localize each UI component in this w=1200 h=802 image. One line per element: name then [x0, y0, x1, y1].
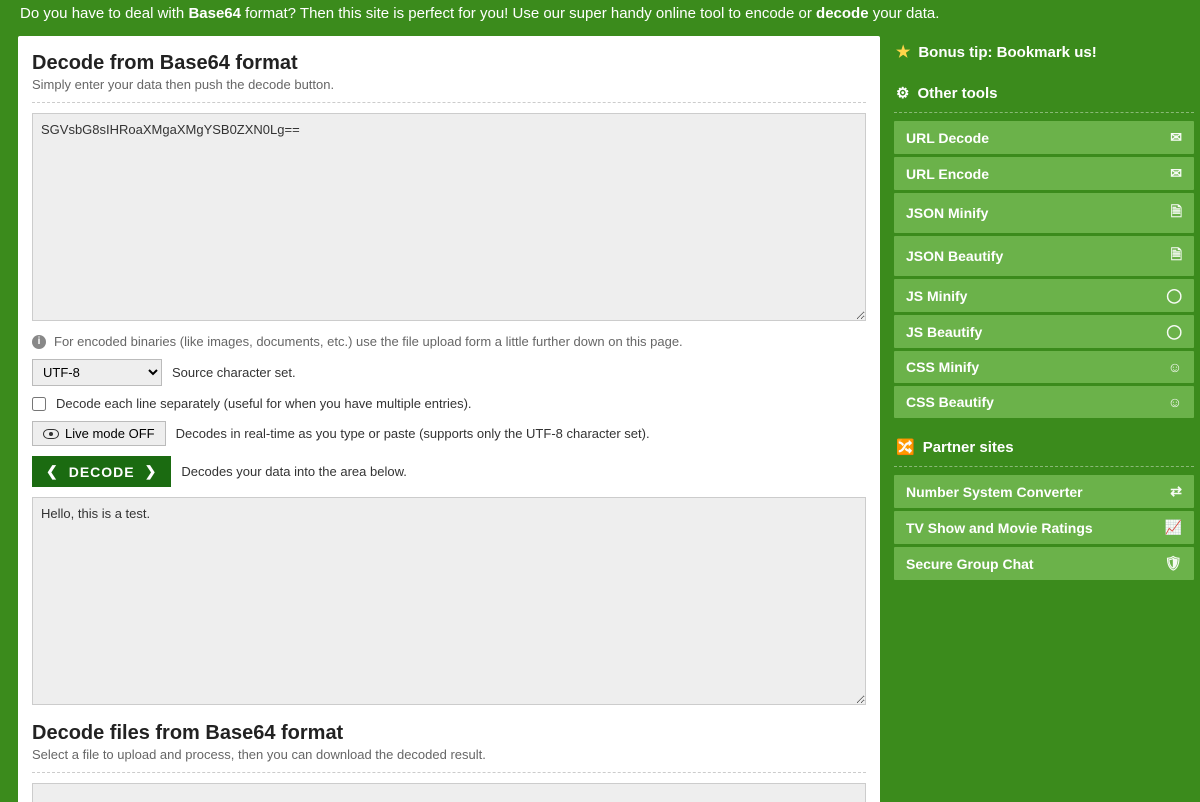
sidebar-partner-2[interactable]: Secure Group Chat 🛡 [894, 547, 1194, 580]
sidebar-tool-icon: ✉ [1170, 129, 1182, 146]
sidebar-tool-icon: 🗎 [1171, 244, 1182, 268]
star-icon: ★ [896, 42, 910, 62]
files-heading: Decode files from Base64 format [32, 722, 866, 745]
partner-sites-label: Partner sites [923, 439, 1014, 456]
banner-decode: decode [816, 5, 869, 22]
sidebar-tool-label: JSON Minify [906, 205, 988, 221]
banner-b64: Base64 [188, 5, 241, 22]
sidebar-tool-icon: ◯ [1166, 287, 1182, 304]
sidebar-partner-icon: 🛡 [1164, 555, 1182, 572]
input-textarea[interactable] [32, 113, 866, 321]
other-tools-label: Other tools [917, 85, 997, 102]
main-panel: Decode from Base64 format Simply enter y… [18, 36, 880, 802]
sidebar-tool-icon: ☺ [1168, 394, 1182, 410]
sidebar-tool-2[interactable]: JSON Minify 🗎 [894, 193, 1194, 233]
sidebar-tool-5[interactable]: JS Beautify ◯ [894, 315, 1194, 348]
sidebar-tool-label: JS Minify [906, 288, 967, 304]
sidebar-tool-icon: ☺ [1168, 359, 1182, 375]
sidebar-tool-7[interactable]: CSS Beautify ☺ [894, 386, 1194, 418]
sidebar-tool-label: JS Beautify [906, 324, 982, 340]
sidebar-tool-label: CSS Minify [906, 359, 979, 375]
banner-text-3: your data. [869, 5, 940, 22]
sidebar-tool-label: JSON Beautify [906, 248, 1003, 264]
divider [32, 772, 866, 773]
chevron-right-icon: ❯ [145, 463, 158, 480]
binary-hint: For encoded binaries (like images, docum… [54, 334, 683, 349]
top-banner: Do you have to deal with Base64 format? … [0, 0, 1200, 36]
decode-lines-label: Decode each line separately (useful for … [56, 396, 472, 411]
live-mode-button[interactable]: Live mode OFF [32, 421, 166, 446]
live-mode-desc: Decodes in real-time as you type or past… [176, 426, 650, 441]
sidebar-partner-label: TV Show and Movie Ratings [906, 520, 1093, 536]
sidebar-tool-1[interactable]: URL Encode ✉ [894, 157, 1194, 190]
bonus-tip[interactable]: ★ Bonus tip: Bookmark us! [894, 36, 1194, 74]
decode-button[interactable]: ❮ DECODE ❯ [32, 456, 171, 487]
sidebar-tool-label: URL Decode [906, 130, 989, 146]
sidebar-tool-icon: ◯ [1166, 323, 1182, 340]
live-mode-label: Live mode OFF [65, 426, 155, 441]
decode-subtext: Simply enter your data then push the dec… [32, 77, 866, 92]
banner-text-1: Do you have to deal with [20, 5, 188, 22]
divider [32, 102, 866, 103]
sidebar-tool-icon: ✉ [1170, 165, 1182, 182]
chevron-left-icon: ❮ [46, 463, 59, 480]
sidebar-partner-icon: ⇄ [1170, 483, 1182, 500]
sidebar-partner-label: Number System Converter [906, 484, 1083, 500]
sidebar: ★ Bonus tip: Bookmark us! ⚙ Other tools … [894, 36, 1194, 802]
sidebar-tool-label: CSS Beautify [906, 394, 994, 410]
file-upload-box[interactable] [32, 783, 866, 802]
shuffle-icon: 🔀 [896, 438, 915, 456]
banner-text-2: format? Then this site is perfect for yo… [241, 5, 816, 22]
bonus-text: Bonus tip: Bookmark us! [918, 44, 1096, 61]
decode-heading: Decode from Base64 format [32, 52, 866, 75]
sidebar-partner-1[interactable]: TV Show and Movie Ratings 📈 [894, 511, 1194, 544]
sidebar-tool-0[interactable]: URL Decode ✉ [894, 121, 1194, 154]
charset-select[interactable]: UTF-8 [32, 359, 162, 386]
sidebar-tool-4[interactable]: JS Minify ◯ [894, 279, 1194, 312]
partners-list: Number System Converter ⇄ TV Show and Movi… [894, 475, 1194, 580]
decode-button-label: DECODE [69, 464, 135, 480]
sidebar-partner-label: Secure Group Chat [906, 556, 1034, 572]
decode-lines-checkbox[interactable] [32, 397, 46, 411]
info-icon: i [32, 335, 46, 349]
sidebar-tool-icon: 🗎 [1171, 201, 1182, 225]
other-tools-heading: ⚙ Other tools [894, 74, 1194, 113]
eye-icon [43, 429, 59, 439]
sidebar-partner-0[interactable]: Number System Converter ⇄ [894, 475, 1194, 508]
sidebar-tool-3[interactable]: JSON Beautify 🗎 [894, 236, 1194, 276]
gear-icon: ⚙ [896, 84, 909, 102]
sidebar-partner-icon: 📈 [1165, 519, 1182, 536]
output-textarea[interactable] [32, 497, 866, 705]
decode-desc: Decodes your data into the area below. [181, 464, 406, 479]
partner-sites-heading: 🔀 Partner sites [894, 428, 1194, 467]
charset-label: Source character set. [172, 365, 296, 380]
sidebar-tool-label: URL Encode [906, 166, 989, 182]
tools-list: URL Decode✉URL Encode✉JSON Minify🗎JSON B… [894, 121, 1194, 418]
files-subtext: Select a file to upload and process, the… [32, 747, 866, 762]
sidebar-tool-6[interactable]: CSS Minify ☺ [894, 351, 1194, 383]
